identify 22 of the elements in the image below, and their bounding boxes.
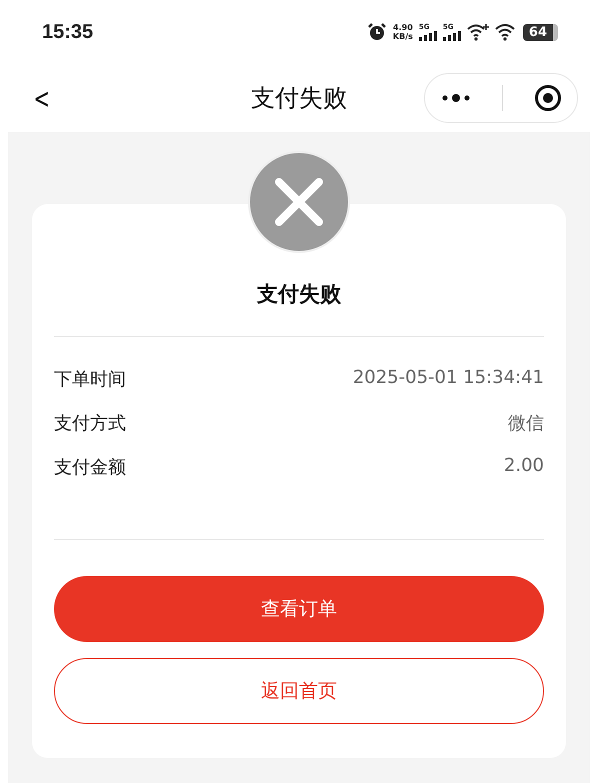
detail-label: 支付方式	[54, 412, 126, 435]
wifi-icon	[494, 23, 517, 41]
wifi-icon	[466, 23, 489, 41]
page-title: 支付失败	[251, 83, 347, 114]
detail-label: 下单时间	[54, 368, 126, 391]
result-title: 支付失败	[256, 281, 342, 308]
back-button[interactable]: <	[34, 82, 50, 114]
detail-label: 支付金额	[54, 456, 126, 479]
battery-indicator: 64	[522, 24, 558, 40]
close-target-icon[interactable]	[534, 84, 562, 112]
alarm-icon	[366, 22, 387, 42]
home-button[interactable]: 返回首页	[54, 658, 544, 724]
signal-icon	[418, 31, 437, 41]
detail-value: 2.00	[504, 455, 544, 478]
detail-value: 2025-05-01 15:34:41	[352, 367, 544, 390]
speed-unit: KB/s	[392, 32, 413, 41]
detail-value: 微信	[508, 412, 544, 435]
view-order-button[interactable]: 查看订单	[54, 576, 544, 642]
signal-icon	[442, 31, 461, 41]
speed-value: 4.90	[393, 23, 413, 32]
more-icon[interactable]	[440, 93, 472, 103]
status-time: 15:35	[42, 20, 94, 44]
